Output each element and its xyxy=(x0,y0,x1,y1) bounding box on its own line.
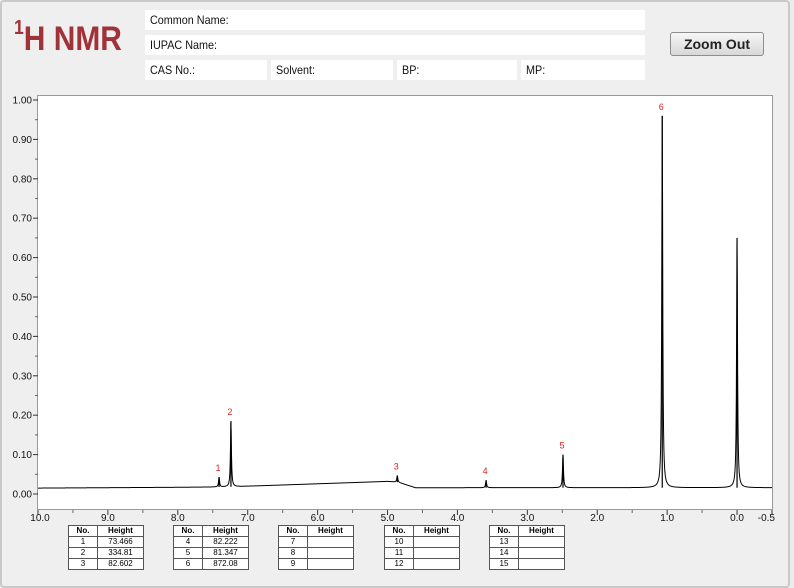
peak-table-header: No. Height xyxy=(68,525,144,537)
x-tick-label: 9.0 xyxy=(101,513,115,524)
peak-number-cell: 6 xyxy=(173,558,203,570)
peak-table-1: No. Height 1 73.466 2 334.81 3 82.602 xyxy=(68,525,144,570)
peak-number-cell: 4 xyxy=(173,536,203,548)
peak-label-3: 3 xyxy=(394,461,399,471)
peak-height-cell: 73.466 xyxy=(97,536,144,548)
table-header-no: No. xyxy=(489,525,519,537)
y-tick-label: 0.20 xyxy=(13,411,33,422)
peak-label-1: 1 xyxy=(216,463,221,473)
table-header-no: No. xyxy=(68,525,98,537)
table-row: 13 xyxy=(489,536,565,548)
peak-height-cell xyxy=(413,558,460,570)
peak-table-header: No. Height xyxy=(384,525,460,537)
table-row: 12 xyxy=(384,558,460,570)
table-row: 5 81.347 xyxy=(173,547,249,559)
table-header-height: Height xyxy=(202,525,249,537)
x-tick-label: -0.5 xyxy=(758,513,776,524)
table-row: 4 82.222 xyxy=(173,536,249,548)
x-tick-label: 6.0 xyxy=(311,513,325,524)
table-row: 1 73.466 xyxy=(68,536,144,548)
table-header-height: Height xyxy=(307,525,354,537)
peak-table-5: No. Height 13 14 15 xyxy=(489,525,565,570)
x-tick-label: 2.0 xyxy=(590,513,604,524)
table-row: 10 xyxy=(384,536,460,548)
peak-label-6: 6 xyxy=(659,102,664,112)
table-row: 6 872.08 xyxy=(173,558,249,570)
peak-height-cell: 872.08 xyxy=(202,558,249,570)
peak-number-cell: 14 xyxy=(489,547,519,559)
peak-number-cell: 13 xyxy=(489,536,519,548)
x-tick-label: 7.0 xyxy=(241,513,255,524)
peak-height-cell xyxy=(518,547,565,559)
x-tick-label: 3.0 xyxy=(520,513,534,524)
peak-table-3: No. Height 7 8 9 xyxy=(278,525,354,570)
y-tick-label: 0.90 xyxy=(13,135,33,146)
table-row: 15 xyxy=(489,558,565,570)
x-tick-label: 10.0 xyxy=(30,513,50,524)
x-tick-label: 4.0 xyxy=(450,513,464,524)
table-header-height: Height xyxy=(97,525,144,537)
peak-height-cell xyxy=(307,558,354,570)
peak-number-cell: 2 xyxy=(68,547,98,559)
peak-table-header: No. Height xyxy=(489,525,565,537)
peak-height-cell xyxy=(413,547,460,559)
peak-height-cell: 82.222 xyxy=(202,536,249,548)
y-tick-label: 1.00 xyxy=(13,96,33,107)
y-tick-label: 0.10 xyxy=(13,450,33,461)
x-tick-label: 1.0 xyxy=(660,513,674,524)
nmr-spectrum-chart: 1.00 0.90 0.80 0.70 0.60 0.50 0.40 0.30 0.20 0.10… xyxy=(13,96,776,525)
peak-table-4: No. Height 10 11 12 xyxy=(384,525,460,570)
table-row: 7 xyxy=(278,536,354,548)
table-header-height: Height xyxy=(518,525,565,537)
peak-height-cell xyxy=(518,558,565,570)
table-row: 11 xyxy=(384,547,460,559)
table-header-no: No. xyxy=(173,525,203,537)
peak-number-cell: 15 xyxy=(489,558,519,570)
table-row: 9 xyxy=(278,558,354,570)
peak-label-5: 5 xyxy=(559,441,564,451)
peak-number-cell: 7 xyxy=(278,536,308,548)
table-row: 8 xyxy=(278,547,354,559)
peak-label-2: 2 xyxy=(227,407,232,417)
y-tick-label: 0.00 xyxy=(13,490,33,501)
y-tick-label: 0.80 xyxy=(13,174,33,185)
peak-number-cell: 5 xyxy=(173,547,203,559)
table-header-height: Height xyxy=(413,525,460,537)
table-header-no: No. xyxy=(384,525,414,537)
y-tick-label: 0.40 xyxy=(13,332,33,343)
x-tick-label: 5.0 xyxy=(381,513,395,524)
peak-height-cell: 81.347 xyxy=(202,547,249,559)
table-row: 2 334.81 xyxy=(68,547,144,559)
peak-height-cell xyxy=(413,536,460,548)
y-tick-label: 0.60 xyxy=(13,253,33,264)
peak-label-4: 4 xyxy=(483,466,488,476)
peak-number-cell: 9 xyxy=(278,558,308,570)
y-tick-label: 0.50 xyxy=(13,293,33,304)
peak-height-cell xyxy=(307,547,354,559)
peak-height-cell: 82.602 xyxy=(97,558,144,570)
y-tick-label: 0.30 xyxy=(13,371,33,382)
peak-table-header: No. Height xyxy=(278,525,354,537)
peak-number-cell: 3 xyxy=(68,558,98,570)
peak-height-cell xyxy=(518,536,565,548)
peak-table-header: No. Height xyxy=(173,525,249,537)
table-row: 14 xyxy=(489,547,565,559)
x-tick-label: 8.0 xyxy=(171,513,185,524)
table-header-no: No. xyxy=(278,525,308,537)
peak-number-cell: 8 xyxy=(278,547,308,559)
peak-number-cell: 1 xyxy=(68,536,98,548)
peak-height-cell xyxy=(307,536,354,548)
peak-number-cell: 12 xyxy=(384,558,414,570)
peak-number-cell: 10 xyxy=(384,536,414,548)
table-row: 3 82.602 xyxy=(68,558,144,570)
y-tick-label: 0.70 xyxy=(13,214,33,225)
peak-table-2: No. Height 4 82.222 5 81.347 6 872.08 xyxy=(173,525,249,570)
peak-number-cell: 11 xyxy=(384,547,414,559)
peak-height-cell: 334.81 xyxy=(97,547,144,559)
x-tick-label: 0.0 xyxy=(730,513,744,524)
